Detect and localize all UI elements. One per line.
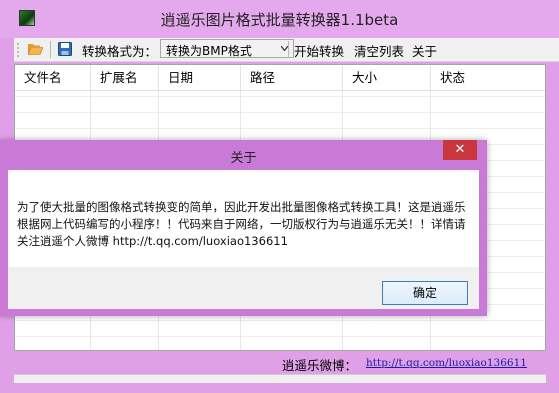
toolbar-grip[interactable] — [17, 42, 19, 57]
column-header-path[interactable]: 路径 — [241, 65, 343, 90]
column-header-size[interactable]: 大小 — [343, 65, 431, 90]
dialog-footer: 确定 — [8, 267, 479, 309]
list-header: 文件名 扩展名 日期 路径 大小 状态 — [15, 65, 545, 91]
format-select-value: 转换为BMP格式 — [166, 44, 252, 58]
column-header-date[interactable]: 日期 — [159, 65, 241, 90]
dialog-body: 为了使大批量的图像格式转换变的简单，因此开发出批量图像格式转换工具！这是逍遥乐根… — [8, 170, 479, 267]
dialog-message: 为了使大批量的图像格式转换变的简单，因此开发出批量图像格式转换工具！这是逍遥乐根… — [17, 200, 466, 248]
save-icon[interactable] — [58, 42, 72, 56]
column-header-filename[interactable]: 文件名 — [15, 65, 91, 90]
format-select[interactable]: 转换为BMP格式 — [160, 39, 294, 58]
status-strip: 逍遥乐微博： http://t.qq.com/luoxiao136611 — [14, 352, 546, 374]
folder-icon[interactable] — [28, 43, 43, 55]
weibo-link[interactable]: http://t.qq.com/luoxiao136611 — [366, 357, 527, 369]
dialog-title: 关于 — [230, 151, 257, 166]
status-bar — [14, 374, 546, 383]
toolbar-separator — [288, 41, 289, 58]
chevron-down-icon — [281, 46, 288, 51]
ok-button[interactable]: 确定 — [382, 281, 468, 305]
clear-list-button[interactable]: 清空列表 — [354, 41, 404, 60]
toolbar: 转换格式为： 转换为BMP格式 开始转换 清空列表 关于 — [14, 38, 559, 62]
about-dialog: 关于 ✕ 为了使大批量的图像格式转换变的简单，因此开发出批量图像格式转换工具！这… — [0, 140, 487, 316]
window-titlebar[interactable]: 逍遥乐图片格式批量转换器1.1beta — [0, 0, 559, 38]
convert-format-label: 转换格式为： — [82, 44, 158, 59]
column-header-status[interactable]: 状态 — [431, 65, 545, 90]
about-button[interactable]: 关于 — [412, 41, 437, 60]
start-convert-button[interactable]: 开始转换 — [294, 41, 344, 60]
weibo-label: 逍遥乐微博： — [282, 358, 358, 373]
close-icon[interactable]: ✕ — [443, 140, 477, 160]
column-header-extension[interactable]: 扩展名 — [91, 65, 159, 90]
window-title: 逍遥乐图片格式批量转换器1.1beta — [160, 11, 399, 29]
toolbar-separator — [50, 41, 51, 58]
